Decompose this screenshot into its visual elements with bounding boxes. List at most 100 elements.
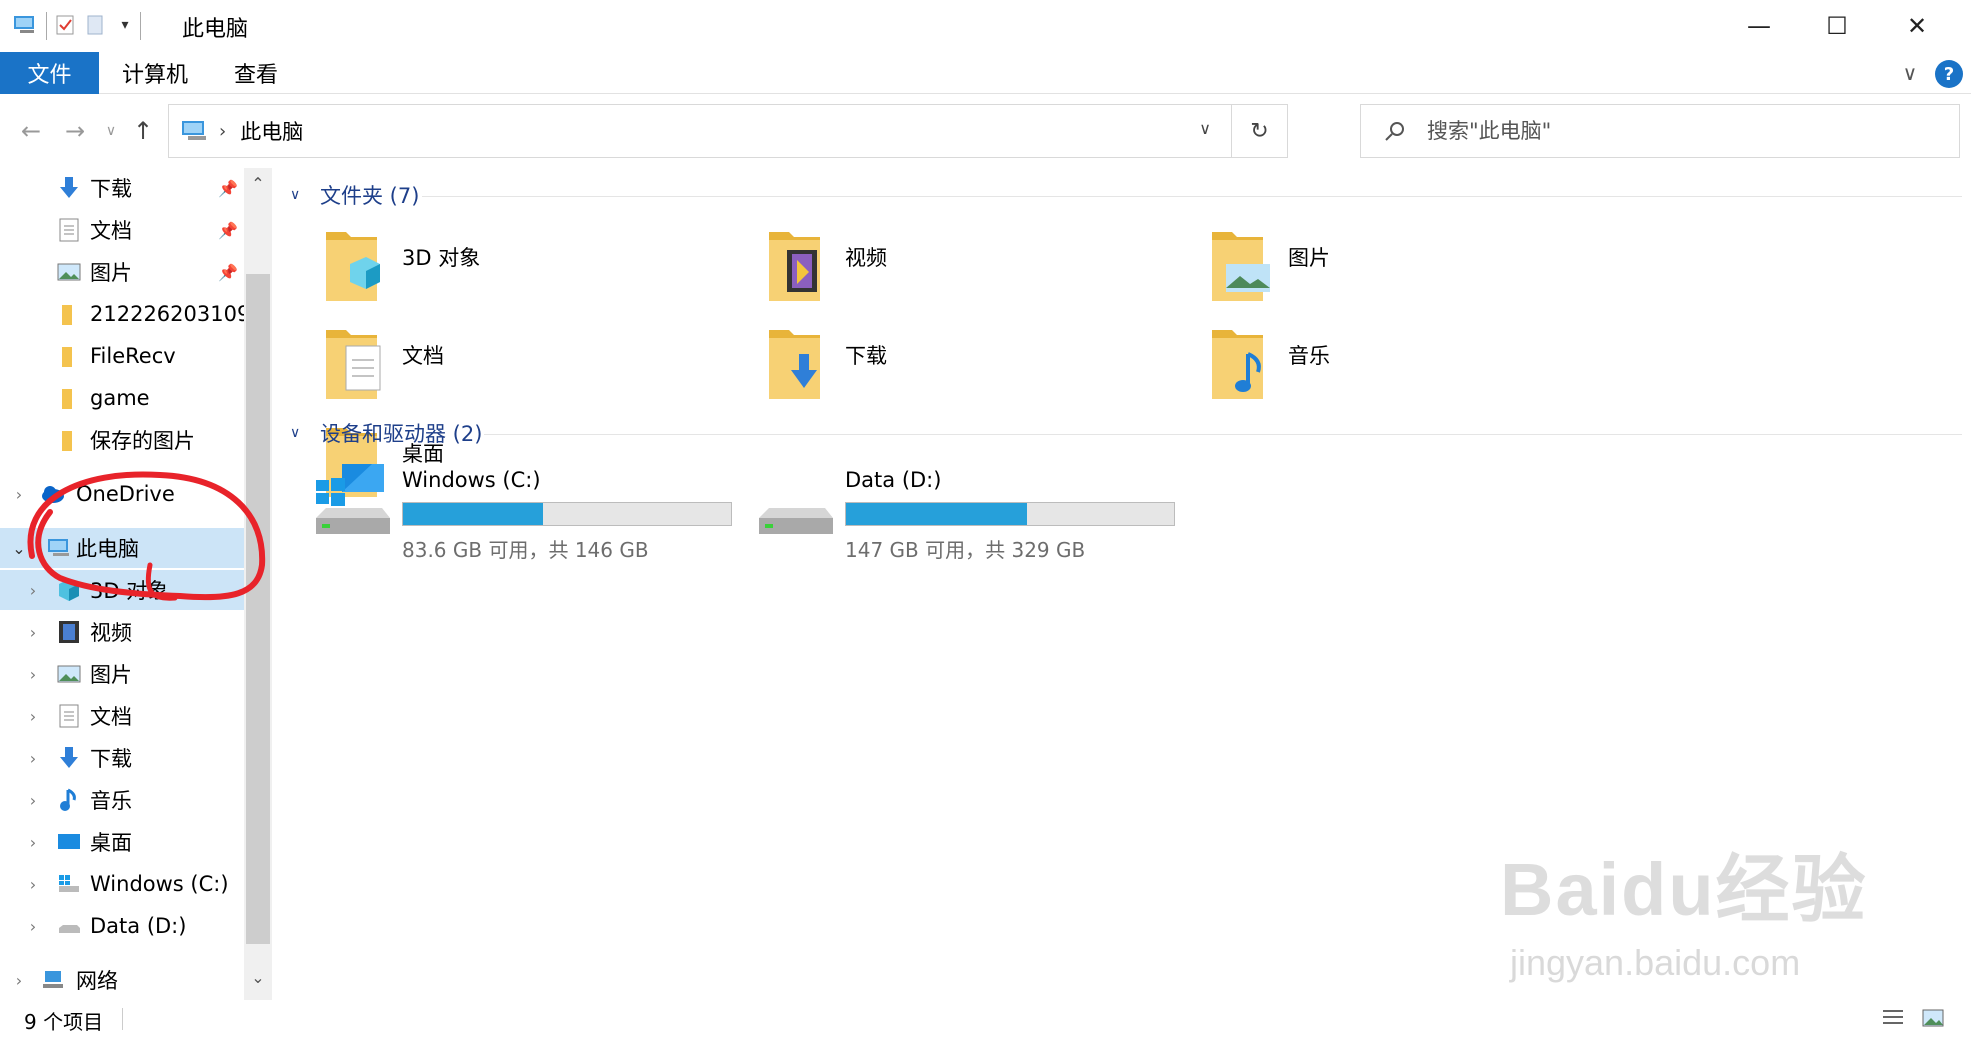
expand-chevron-icon[interactable]: › bbox=[24, 917, 42, 936]
help-icon[interactable]: ? bbox=[1935, 60, 1963, 88]
breadcrumb-this-pc[interactable]: 此电脑 bbox=[240, 116, 303, 146]
sidebar-item-label: Data (D:) bbox=[90, 914, 187, 938]
sidebar-item-desktop[interactable]: › 桌面 bbox=[0, 822, 244, 862]
properties-icon[interactable] bbox=[50, 10, 80, 40]
folder-pictures[interactable]: 图片 bbox=[1158, 226, 1578, 306]
expand-chevron-icon[interactable]: › bbox=[24, 791, 42, 810]
picture-icon bbox=[57, 263, 81, 281]
sidebar-item-music[interactable]: › 音乐 bbox=[0, 780, 244, 820]
windows-drive-icon bbox=[316, 478, 390, 534]
sidebar-item-label: 文档 bbox=[90, 705, 132, 729]
details-view-icon[interactable] bbox=[1880, 1006, 1906, 1030]
expand-chevron-icon[interactable]: › bbox=[10, 485, 28, 504]
sidebar-item-filerecv[interactable]: FileRecv bbox=[0, 336, 244, 376]
sidebar-item-label: OneDrive bbox=[76, 482, 175, 506]
sidebar-item-label: 视频 bbox=[90, 621, 132, 645]
recent-locations-chevron-icon[interactable]: ∨ bbox=[94, 114, 128, 148]
up-button[interactable]: ↑ bbox=[126, 114, 160, 148]
sidebar-item-folder-212226203109[interactable]: 212226203109 bbox=[0, 294, 250, 334]
expand-chevron-icon[interactable]: › bbox=[24, 623, 42, 642]
close-button[interactable]: ✕ bbox=[1878, 0, 1956, 52]
sidebar-item-label: 下载 bbox=[90, 747, 132, 771]
drive-data-d[interactable]: Data (D:) 147 GB 可用，共 329 GB bbox=[715, 460, 1175, 562]
search-box[interactable] bbox=[1360, 104, 1960, 158]
maximize-button[interactable]: ☐ bbox=[1798, 0, 1876, 52]
drive-name: Data (D:) bbox=[845, 468, 942, 492]
this-pc-icon bbox=[10, 10, 40, 40]
folders-group-header[interactable]: ∨ 文件夹 (7) bbox=[290, 180, 419, 210]
content-pane: ∨ 文件夹 (7) 3D 对象 视频 图片 文档 下载 音乐 桌面 ∨ 设备和驱… bbox=[272, 168, 1971, 1000]
sidebar-item-label: 3D 对象 bbox=[90, 579, 169, 603]
back-button[interactable]: ← bbox=[14, 114, 48, 148]
tab-file[interactable]: 文件 bbox=[0, 52, 99, 94]
sidebar-item-saved-pictures[interactable]: 保存的图片 bbox=[0, 420, 244, 460]
expand-chevron-icon[interactable]: › bbox=[24, 749, 42, 768]
folder-documents[interactable]: 文档 bbox=[272, 324, 692, 404]
sidebar-item-network[interactable]: › 网络 bbox=[0, 960, 244, 1000]
forward-button[interactable]: → bbox=[58, 114, 92, 148]
scroll-down-icon[interactable]: ⌄ bbox=[244, 968, 272, 987]
sidebar-item-pictures[interactable]: 图片 📌 bbox=[0, 252, 244, 292]
expand-chevron-icon[interactable]: › bbox=[24, 875, 42, 894]
sidebar-item-data-d[interactable]: › Data (D:) bbox=[0, 906, 244, 946]
folder-videos[interactable]: 视频 bbox=[715, 226, 1135, 306]
devices-group-header[interactable]: ∨ 设备和驱动器 (2) bbox=[290, 418, 482, 448]
search-input[interactable] bbox=[1427, 119, 1947, 143]
sidebar-item-label: Windows (C:) bbox=[90, 872, 229, 896]
sidebar-item-downloads[interactable]: 下载 📌 bbox=[0, 168, 244, 208]
picture-icon bbox=[57, 665, 81, 683]
scroll-up-icon[interactable]: ⌃ bbox=[244, 174, 272, 193]
sidebar-item-label: 桌面 bbox=[90, 831, 132, 855]
expand-ribbon-chevron-icon[interactable]: ∨ bbox=[1895, 58, 1925, 88]
sidebar-item-onedrive[interactable]: › OneDrive bbox=[0, 474, 244, 514]
large-icons-view-icon[interactable] bbox=[1920, 1006, 1946, 1030]
sidebar-item-3d-objects[interactable]: › 3D 对象 bbox=[0, 570, 244, 610]
collapse-chevron-icon[interactable]: ∨ bbox=[290, 425, 308, 441]
sidebar-item-downloads[interactable]: › 下载 bbox=[0, 738, 244, 778]
expand-chevron-icon[interactable]: › bbox=[24, 707, 42, 726]
collapse-chevron-icon[interactable]: ⌄ bbox=[10, 539, 28, 558]
folder-label: 下载 bbox=[845, 344, 887, 368]
drive-usage-fill bbox=[403, 503, 544, 525]
expand-chevron-icon[interactable]: › bbox=[24, 833, 42, 852]
new-folder-icon[interactable] bbox=[80, 10, 110, 40]
sidebar-item-documents[interactable]: 文档 📌 bbox=[0, 210, 244, 250]
tab-computer[interactable]: 计算机 bbox=[110, 52, 200, 94]
sidebar-item-videos[interactable]: › 视频 bbox=[0, 612, 244, 652]
sidebar-item-label: 下载 bbox=[90, 177, 132, 201]
breadcrumb-chevron-icon[interactable]: › bbox=[219, 121, 226, 142]
sidebar-scrollbar[interactable]: ⌃ ⌄ bbox=[244, 168, 272, 1000]
sidebar-item-game[interactable]: game bbox=[0, 378, 244, 418]
expand-chevron-icon[interactable]: › bbox=[24, 665, 42, 684]
pin-icon[interactable]: 📌 bbox=[218, 179, 238, 198]
sidebar-item-windows-c[interactable]: › Windows (C:) bbox=[0, 864, 244, 904]
expand-chevron-icon[interactable]: › bbox=[24, 581, 42, 600]
minimize-button[interactable]: — bbox=[1720, 0, 1798, 52]
sidebar-item-label: 图片 bbox=[90, 261, 132, 285]
expand-chevron-icon[interactable]: › bbox=[10, 971, 28, 990]
folder-3d-objects[interactable]: 3D 对象 bbox=[272, 226, 692, 306]
folder-downloads[interactable]: 下载 bbox=[715, 324, 1135, 404]
sidebar-item-documents[interactable]: › 文档 bbox=[0, 696, 244, 736]
document-icon bbox=[59, 218, 79, 242]
3d-objects-folder-icon bbox=[326, 232, 380, 301]
drive-windows-c[interactable]: Windows (C:) 83.6 GB 可用，共 146 GB bbox=[272, 460, 732, 562]
address-bar[interactable]: › 此电脑 ∨ ↻ bbox=[168, 104, 1288, 158]
pin-icon[interactable]: 📌 bbox=[218, 263, 238, 282]
sidebar-item-this-pc[interactable]: ⌄ 此电脑 bbox=[0, 528, 244, 568]
sidebar-item-label: 文档 bbox=[90, 219, 132, 243]
sidebar-item-label: 212226203109 bbox=[90, 302, 251, 326]
address-dropdown-icon[interactable]: ∨ bbox=[1199, 119, 1211, 138]
folder-label: 视频 bbox=[845, 246, 887, 270]
ribbon-tabs: 文件 计算机 查看 ∨ ? bbox=[0, 52, 1971, 94]
picture-folder-icon bbox=[1212, 232, 1270, 301]
pin-icon[interactable]: 📌 bbox=[218, 221, 238, 240]
folder-music[interactable]: 音乐 bbox=[1158, 324, 1578, 404]
tab-view[interactable]: 查看 bbox=[220, 52, 292, 94]
collapse-chevron-icon[interactable]: ∨ bbox=[290, 187, 308, 203]
folder-label: 音乐 bbox=[1288, 344, 1330, 368]
sidebar-item-pictures[interactable]: › 图片 bbox=[0, 654, 244, 694]
customize-quick-access-icon[interactable]: ▾ bbox=[110, 10, 140, 40]
refresh-button[interactable]: ↻ bbox=[1231, 105, 1287, 157]
scrollbar-thumb[interactable] bbox=[246, 274, 270, 944]
